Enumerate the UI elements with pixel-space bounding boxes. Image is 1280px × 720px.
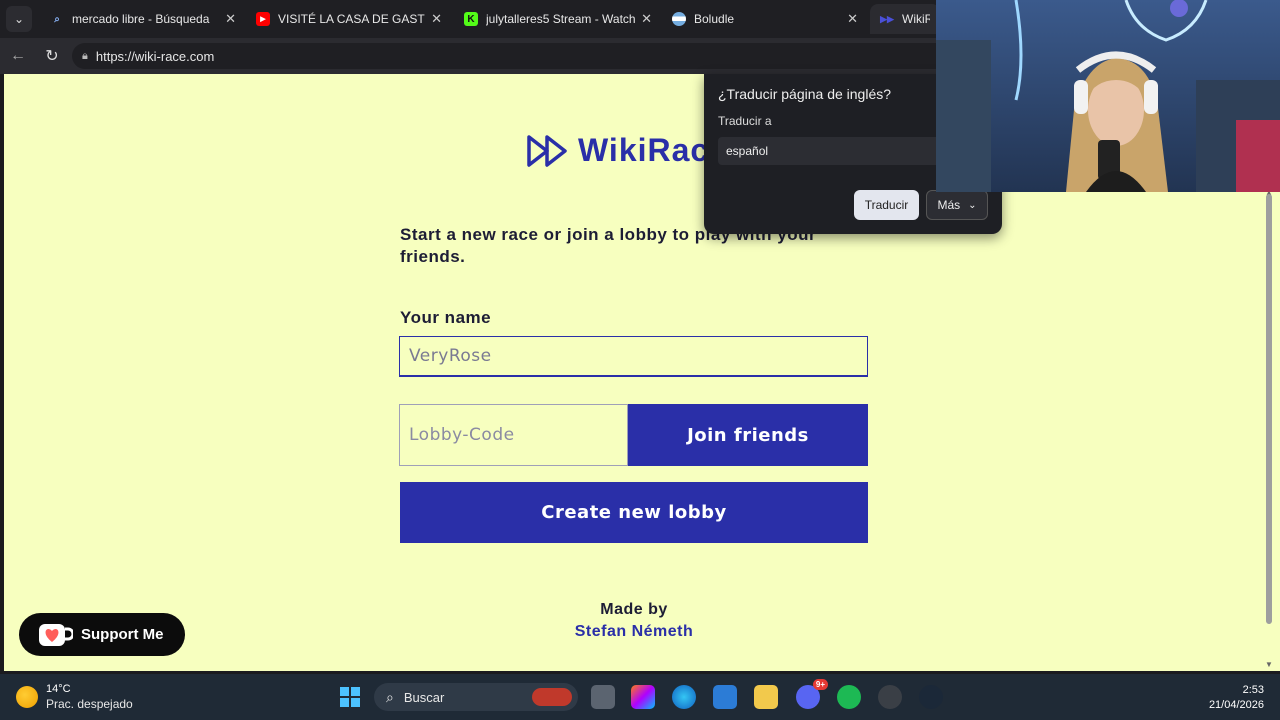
tab-kick-stream[interactable]: K julytalleres5 Stream - Watch Liv ✕ xyxy=(454,4,662,34)
youtube-icon: ▶ xyxy=(256,12,270,26)
more-label: Más xyxy=(937,198,961,212)
name-input[interactable] xyxy=(399,336,868,377)
task-view-icon[interactable] xyxy=(591,685,615,709)
scrollbar-thumb[interactable] xyxy=(1266,194,1272,624)
webcam-overlay xyxy=(936,0,1280,192)
address-bar[interactable]: 🔒︎ https://wiki-race.com xyxy=(72,43,952,69)
microsoft-store-icon[interactable] xyxy=(713,685,737,709)
taskbar-search[interactable]: ⌕ Buscar xyxy=(374,683,578,711)
system-clock[interactable]: 2:53 21/04/2026 xyxy=(1209,683,1264,713)
tab-title: Boludle xyxy=(694,12,735,26)
search-icon: ⌕ xyxy=(386,688,394,705)
copilot-icon[interactable] xyxy=(631,685,655,709)
fast-forward-icon xyxy=(527,134,567,167)
tab-youtube[interactable]: ▶ VISITÉ LA CASA DE GASTÓN ED ✕ xyxy=(246,4,452,34)
chevron-down-icon: ⌄ xyxy=(968,199,977,211)
made-by: Made by Stefan Németh xyxy=(400,599,868,643)
author-link[interactable]: Stefan Németh xyxy=(400,621,868,643)
discord-icon[interactable]: 9+ xyxy=(796,679,828,709)
translate-to-label: Traducir a xyxy=(718,114,772,128)
kick-icon: K xyxy=(464,12,478,26)
tab-title: mercado libre - Búsqueda xyxy=(72,12,210,26)
lobby-code-input[interactable] xyxy=(399,404,628,466)
clock-date: 21/04/2026 xyxy=(1208,699,1264,711)
support-me-button[interactable]: Support Me xyxy=(19,613,185,656)
made-by-label: Made by xyxy=(600,601,668,618)
search-icon: ⌕ xyxy=(54,13,60,25)
windows-start-icon[interactable] xyxy=(338,685,362,709)
file-explorer-icon[interactable] xyxy=(754,685,778,709)
close-tab-icon[interactable]: ✕ xyxy=(225,11,236,27)
edge-browser-icon[interactable] xyxy=(672,685,696,709)
tab-title: VISITÉ LA CASA DE GASTÓN ED xyxy=(278,12,425,26)
discord-badge: 9+ xyxy=(812,679,828,690)
windows-taskbar: 14°C Prac. despejado ⌕ Buscar 9+ 2:53 21… xyxy=(0,674,1280,720)
argentina-flag-icon xyxy=(672,12,686,26)
your-name-label: Your name xyxy=(400,308,492,327)
tab-list-chevron-icon[interactable]: ⌄ xyxy=(6,6,32,32)
search-highlight-icon xyxy=(532,688,572,706)
spotify-icon[interactable] xyxy=(837,685,861,709)
temperature: 14°C xyxy=(46,683,71,695)
weather-condition: Prac. despejado xyxy=(46,697,133,711)
translate-title: ¿Traducir página de inglés? xyxy=(718,86,892,102)
search-label: Buscar xyxy=(403,689,445,705)
wikirace-icon: ▶▶ xyxy=(880,13,894,24)
windows-logo xyxy=(340,687,360,707)
reload-icon[interactable]: ↻ xyxy=(42,46,62,66)
support-me-label: Support Me xyxy=(81,626,164,643)
kofi-cup-icon xyxy=(39,623,73,646)
close-tab-icon[interactable]: ✕ xyxy=(431,11,442,27)
scroll-down-icon[interactable]: ▼ xyxy=(1265,660,1273,669)
streamer-camera-image xyxy=(936,0,1280,192)
close-tab-icon[interactable]: ✕ xyxy=(641,11,652,27)
sun-icon xyxy=(16,686,38,708)
obs-icon[interactable] xyxy=(878,685,902,709)
create-new-lobby-button[interactable]: Create new lobby xyxy=(400,482,868,543)
wikirace-logo: WikiRace xyxy=(526,132,728,169)
weather-widget[interactable]: 14°C Prac. despejado xyxy=(16,682,133,712)
tab-mercado-libre[interactable]: ⌕ mercado libre - Búsqueda ✕ xyxy=(40,4,246,34)
join-friends-button[interactable]: Join friends xyxy=(628,404,868,466)
close-tab-icon[interactable]: ✕ xyxy=(847,11,858,27)
steam-icon[interactable] xyxy=(919,685,943,709)
clock-time: 2:53 xyxy=(1242,684,1264,696)
target-language-value: español xyxy=(726,144,769,158)
url-text: https://wiki-race.com xyxy=(95,48,215,64)
tab-wikirace[interactable]: ▶▶ WikiRa xyxy=(870,4,940,34)
translate-button[interactable]: Traducir xyxy=(854,190,919,220)
tab-title: julytalleres5 Stream - Watch Liv xyxy=(486,12,636,26)
back-arrow-icon[interactable]: ← xyxy=(8,46,28,66)
tab-boludle[interactable]: Boludle ✕ xyxy=(662,4,868,34)
more-options-button[interactable]: Más ⌄ xyxy=(926,190,988,220)
tab-title: WikiRa xyxy=(902,12,930,26)
site-info-icon[interactable]: 🔒︎ xyxy=(82,50,88,63)
